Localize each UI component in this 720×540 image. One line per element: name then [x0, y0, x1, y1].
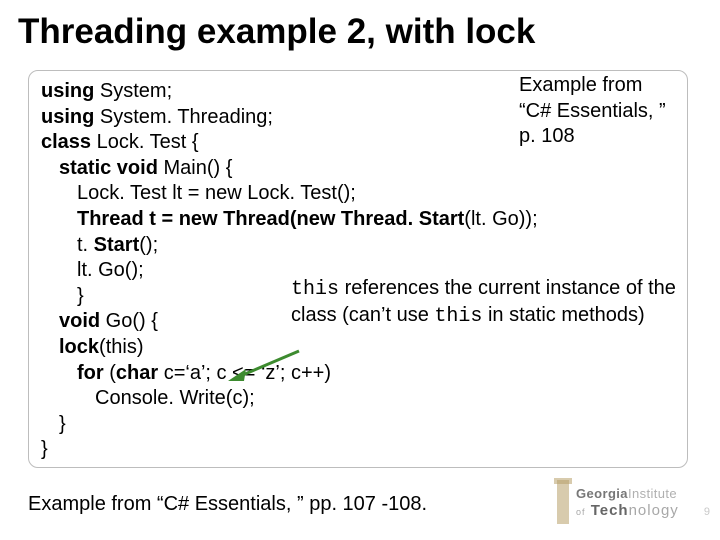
code-line: t. Start();: [41, 233, 675, 259]
source-citation: Example from “C# Essentials, ” p. 108: [519, 73, 669, 150]
code-line: }: [41, 412, 675, 438]
slide-title: Threading example 2, with lock: [0, 0, 720, 52]
slide: Threading example 2, with lock Example f…: [0, 0, 720, 540]
keyword: char: [116, 362, 158, 384]
code-line: for (char c=‘a’; c <= ‘z’; c++): [41, 361, 675, 387]
logo-nology: nology: [629, 502, 679, 519]
code-line: Console. Write(c);: [41, 386, 675, 412]
annotation-part: in static methods): [482, 304, 644, 326]
code-line: Lock. Test lt = new Lock. Test();: [41, 181, 675, 207]
annotation-text: this references the current instance of …: [291, 276, 684, 329]
code-text: (: [104, 362, 116, 384]
source-line: Example from: [519, 73, 669, 99]
code-text: Lock. Test {: [91, 131, 198, 153]
code-this: this: [291, 278, 339, 301]
logo-column: [557, 480, 569, 524]
footer-citation: Example from “C# Essentials, ” pp. 107 -…: [28, 493, 427, 516]
code-text: Main() {: [158, 157, 232, 179]
keyword: void: [59, 310, 100, 332]
georgia-tech-logo: GeorgiaInstitute of Technology: [552, 480, 692, 526]
logo-of: of: [576, 507, 586, 517]
code-text: (lt. Go));: [464, 208, 537, 230]
arrow-icon: [224, 347, 304, 387]
keyword: lock: [59, 336, 99, 358]
keyword: static void: [59, 157, 158, 179]
logo-text-line2: of Technology: [576, 502, 679, 519]
code-this: this: [434, 305, 482, 328]
code-text: t.: [77, 234, 94, 256]
page-number: 9: [704, 506, 710, 518]
code-text: (this): [99, 336, 143, 358]
logo-georgia: Georgia: [576, 486, 628, 501]
logo-institute: Institute: [628, 486, 677, 501]
keyword: Thread t = new Thread(new Thread. Start: [77, 208, 464, 230]
code-line: lock(this): [41, 335, 675, 361]
code-text: ();: [139, 234, 158, 256]
code-box: Example from “C# Essentials, ” p. 108 us…: [28, 70, 688, 468]
code-line: static void Main() {: [41, 156, 675, 182]
source-line: “C# Essentials, ”: [519, 99, 669, 125]
keyword: using: [41, 106, 94, 128]
logo-tech: Tech: [591, 502, 629, 519]
code-text: System;: [94, 80, 172, 102]
source-line: p. 108: [519, 124, 669, 150]
code-line: }: [41, 437, 675, 463]
keyword: for: [77, 362, 104, 384]
keyword: using: [41, 80, 94, 102]
logo-text-line1: GeorgiaInstitute: [576, 486, 677, 501]
code-text: Go() {: [100, 310, 158, 332]
code-line: Thread t = new Thread(new Thread. Start(…: [41, 207, 675, 233]
code-text: System. Threading;: [94, 106, 273, 128]
keyword: Start: [94, 234, 140, 256]
keyword: class: [41, 131, 91, 153]
